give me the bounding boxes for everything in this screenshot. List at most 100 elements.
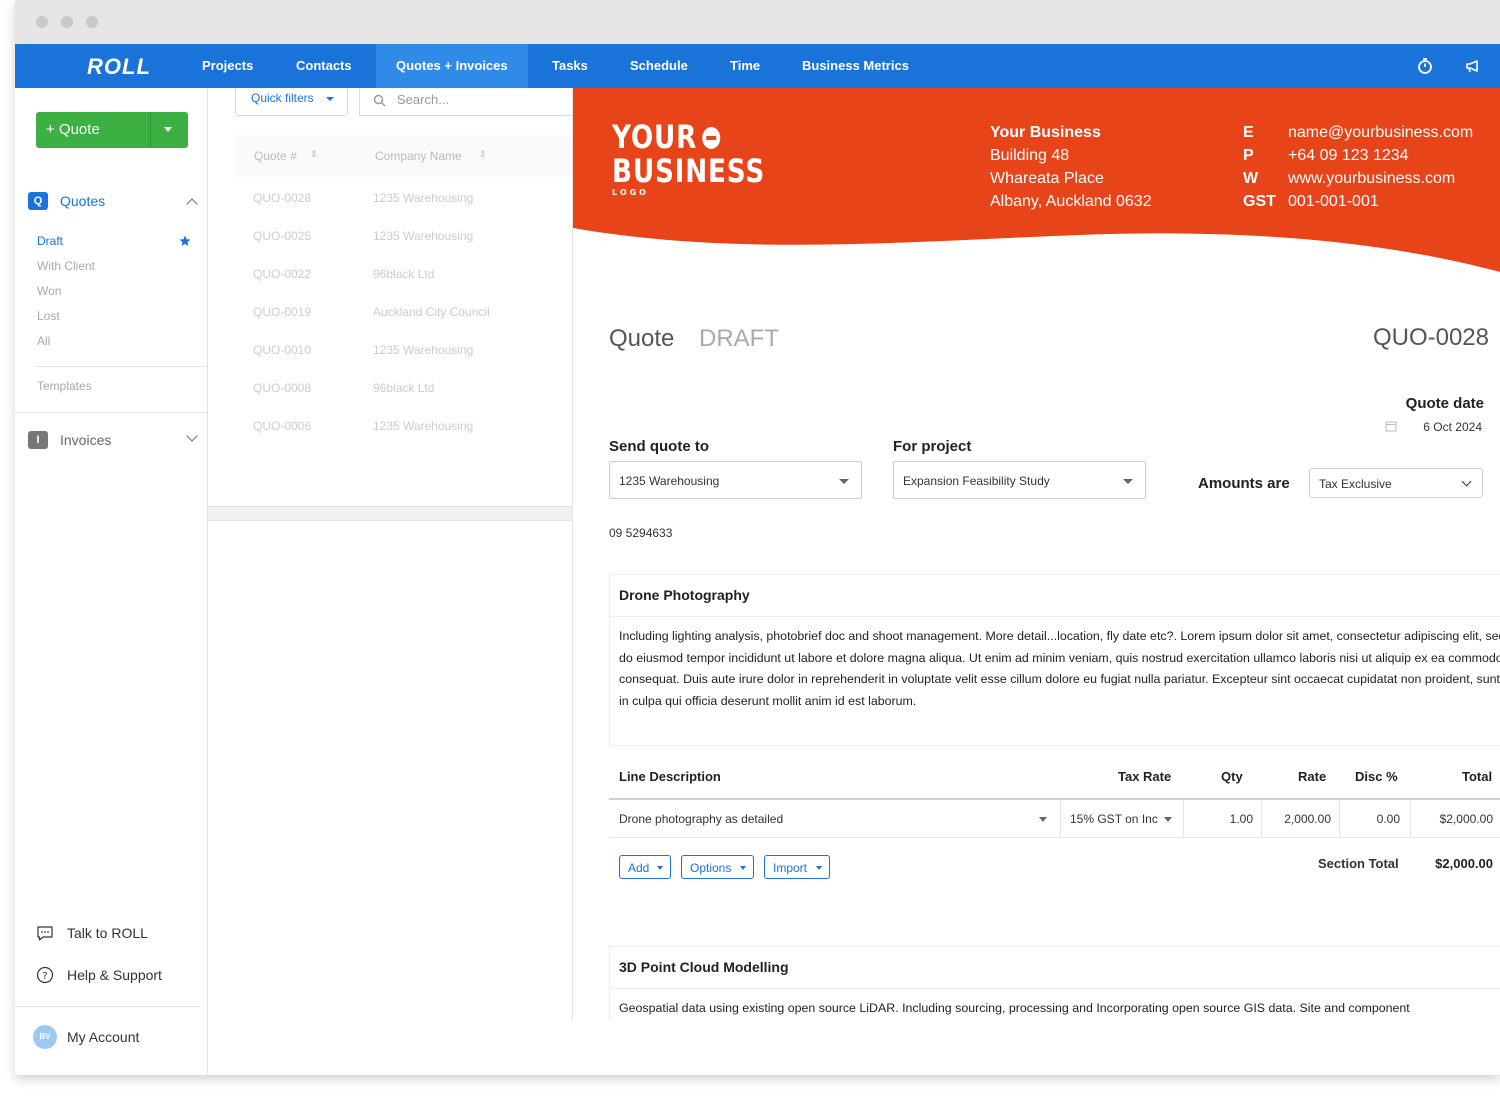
nav-contacts[interactable]: Contacts xyxy=(276,44,372,88)
contact-key: E xyxy=(1243,124,1254,141)
caret-down-icon xyxy=(1123,479,1133,484)
search-input[interactable]: Search... xyxy=(359,88,573,116)
project-select[interactable]: Expansion Feasibility Study xyxy=(893,461,1146,499)
megaphone-icon[interactable] xyxy=(1463,56,1483,76)
tax-rate-select[interactable]: 15% GST on Inc xyxy=(1061,800,1183,838)
invoices-badge: I xyxy=(28,431,48,449)
business-name: Your Business xyxy=(990,124,1101,141)
sort-icon[interactable]: ⇕ xyxy=(479,149,487,160)
quotes-section-label: Quotes xyxy=(60,193,106,209)
my-account-label: My Account xyxy=(67,1029,140,1045)
quote-number: QUO-0028 xyxy=(253,191,312,205)
header-rate: Rate xyxy=(1298,769,1327,784)
line-description: Drone photography as detailed xyxy=(619,812,784,826)
sidebar-item-won[interactable]: Won xyxy=(37,284,61,298)
calendar-icon[interactable] xyxy=(1385,420,1397,432)
add-button[interactable]: Add xyxy=(619,855,671,879)
quote-number: QUO-0025 xyxy=(253,229,312,243)
section-title[interactable]: Drone Photography xyxy=(619,587,750,603)
stopwatch-icon[interactable] xyxy=(1415,56,1435,76)
table-row[interactable]: QUO-0025 1235 Warehousing xyxy=(235,216,573,254)
contact-key: P xyxy=(1243,147,1254,164)
search-placeholder: Search... xyxy=(397,92,450,107)
qty-field[interactable]: 1.00 xyxy=(1184,800,1261,838)
table-row[interactable]: QUO-0010 1235 Warehousing xyxy=(235,330,573,368)
section-total-label: Section Total xyxy=(1318,856,1399,871)
sidebar: + Quote Q Quotes Draft With Client Won L… xyxy=(15,88,208,1075)
address-line: Building 48 xyxy=(990,147,1070,164)
window-zoom-dot[interactable] xyxy=(86,16,98,28)
column-header-company[interactable]: Company Name xyxy=(375,149,462,163)
window-minimize-dot[interactable] xyxy=(61,16,73,28)
quotes-badge: Q xyxy=(28,192,48,210)
rate-field[interactable]: 2,000.00 xyxy=(1262,800,1339,838)
star-icon[interactable] xyxy=(179,235,191,247)
nav-quotes-invoices[interactable]: Quotes + Invoices xyxy=(376,44,528,88)
sidebar-section-invoices[interactable]: I Invoices xyxy=(28,429,203,451)
help-support-label: Help & Support xyxy=(67,967,162,983)
options-button[interactable]: Options xyxy=(681,855,754,879)
sort-icon[interactable]: ⇕ xyxy=(310,149,318,160)
section-title[interactable]: 3D Point Cloud Modelling xyxy=(619,959,789,975)
table-row[interactable]: QUO-0019 Auckland City Council xyxy=(235,292,573,330)
nav-schedule[interactable]: Schedule xyxy=(610,44,708,88)
header-disc: Disc % xyxy=(1355,769,1398,784)
caret-down-icon xyxy=(657,866,663,870)
chevron-up-icon[interactable] xyxy=(186,198,198,210)
list-footer-bar xyxy=(208,506,573,521)
caret-down-icon xyxy=(839,479,849,484)
line-description-field[interactable]: Drone photography as detailed xyxy=(609,800,1060,838)
company-name: 1235 Warehousing xyxy=(373,229,474,243)
chat-icon xyxy=(37,926,53,941)
new-quote-dropdown-icon[interactable] xyxy=(164,127,172,132)
contact-phone: +64 09 123 1234 xyxy=(1288,147,1409,164)
sidebar-item-templates[interactable]: Templates xyxy=(37,379,92,393)
add-label: Add xyxy=(628,861,650,875)
nav-business-metrics[interactable]: Business Metrics xyxy=(782,44,929,88)
logo-line-1: YOUR xyxy=(612,118,698,156)
amounts-select[interactable]: Tax Exclusive xyxy=(1309,468,1483,498)
send-to-label: Send quote to xyxy=(609,438,709,455)
amounts-value: Tax Exclusive xyxy=(1319,477,1392,491)
company-name: Auckland City Council xyxy=(373,305,490,319)
column-header-quote-number[interactable]: Quote # xyxy=(254,149,297,163)
tax-rate-value: 15% GST on Inc xyxy=(1070,812,1158,826)
disc-field[interactable]: 0.00 xyxy=(1340,800,1410,838)
caret-down-icon xyxy=(816,866,822,870)
section-description[interactable]: Including lighting analysis, photobrief … xyxy=(619,626,1500,712)
import-button[interactable]: Import xyxy=(764,855,830,879)
nav-projects[interactable]: Projects xyxy=(182,44,273,88)
table-row[interactable]: QUO-0008 96black Ltd xyxy=(235,368,573,406)
table-row[interactable]: QUO-0022 96black Ltd xyxy=(235,254,573,292)
options-label: Options xyxy=(690,861,732,875)
chevron-down-icon[interactable] xyxy=(186,430,198,442)
help-icon: ? xyxy=(36,966,54,984)
sidebar-item-all[interactable]: All xyxy=(37,334,50,348)
sidebar-item-draft[interactable]: Draft xyxy=(37,234,63,248)
logo-line-2: BUSINESS xyxy=(612,152,766,190)
section-drone-photography: Drone Photography Including lighting ana… xyxy=(609,574,1500,746)
company-name: 1235 Warehousing xyxy=(373,419,474,433)
window-close-dot[interactable] xyxy=(36,16,48,28)
nav-tasks[interactable]: Tasks xyxy=(532,44,608,88)
table-row[interactable]: QUO-0006 1235 Warehousing xyxy=(235,406,573,444)
contact-gst: 001-001-001 xyxy=(1288,193,1379,210)
quote-date-field[interactable]: 6 Oct 2024 xyxy=(1423,420,1482,434)
sidebar-item-with-client[interactable]: With Client xyxy=(37,259,95,273)
sidebar-item-lost[interactable]: Lost xyxy=(37,309,60,323)
rate-value: 2,000.00 xyxy=(1284,812,1331,826)
quick-filters-dropdown[interactable]: Quick filters xyxy=(235,88,348,116)
send-to-select[interactable]: 1235 Warehousing xyxy=(609,461,862,499)
header-total: Total xyxy=(1462,769,1493,784)
contact-key: GST xyxy=(1243,193,1276,210)
roll-logo[interactable]: ROLL xyxy=(87,54,151,80)
new-quote-button[interactable]: + Quote xyxy=(36,112,188,148)
section-description[interactable]: Geospatial data using existing open sour… xyxy=(619,998,1500,1020)
sidebar-section-quotes[interactable]: Q Quotes xyxy=(28,190,203,212)
new-quote-label: + Quote xyxy=(46,121,100,138)
nav-time[interactable]: Time xyxy=(710,44,780,88)
caret-down-icon[interactable] xyxy=(1164,817,1172,822)
caret-down-icon[interactable] xyxy=(1039,817,1047,822)
button-split-divider xyxy=(150,112,151,148)
table-row[interactable]: QUO-0028 1235 Warehousing xyxy=(235,178,573,216)
